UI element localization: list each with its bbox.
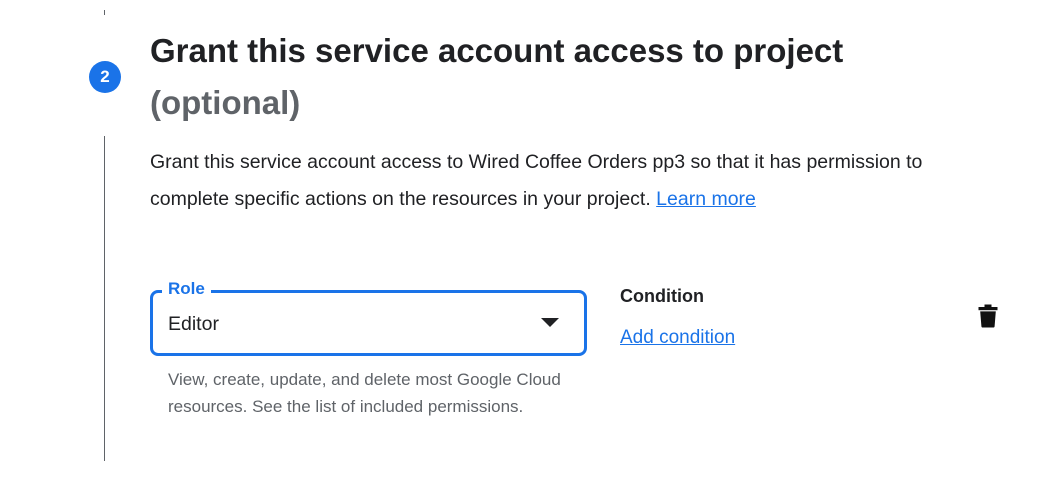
grant-access-step: 2 Grant this service account access to p…	[0, 0, 1060, 484]
description-text: Grant this service account access to Wir…	[150, 151, 923, 210]
step-title: Grant this service account access to pro…	[150, 32, 844, 69]
role-selected-value[interactable]: Editor	[168, 311, 219, 337]
role-help-text: View, create, update, and delete most Go…	[168, 370, 561, 416]
dropdown-arrow-icon[interactable]	[541, 318, 559, 327]
learn-more-link[interactable]: Learn more	[656, 188, 756, 210]
trash-icon	[978, 304, 998, 328]
stepper-connector-top	[104, 10, 105, 15]
delete-role-button[interactable]	[972, 299, 1004, 333]
step-description: Grant this service account access to Wir…	[150, 144, 1000, 218]
stepper-connector-line	[104, 136, 105, 461]
add-condition-link[interactable]: Add condition	[620, 325, 735, 351]
step-subtitle: (optional)	[150, 84, 301, 121]
role-field-label: Role	[162, 278, 211, 300]
step-number-badge: 2	[89, 61, 121, 93]
condition-heading: Condition	[620, 286, 704, 306]
